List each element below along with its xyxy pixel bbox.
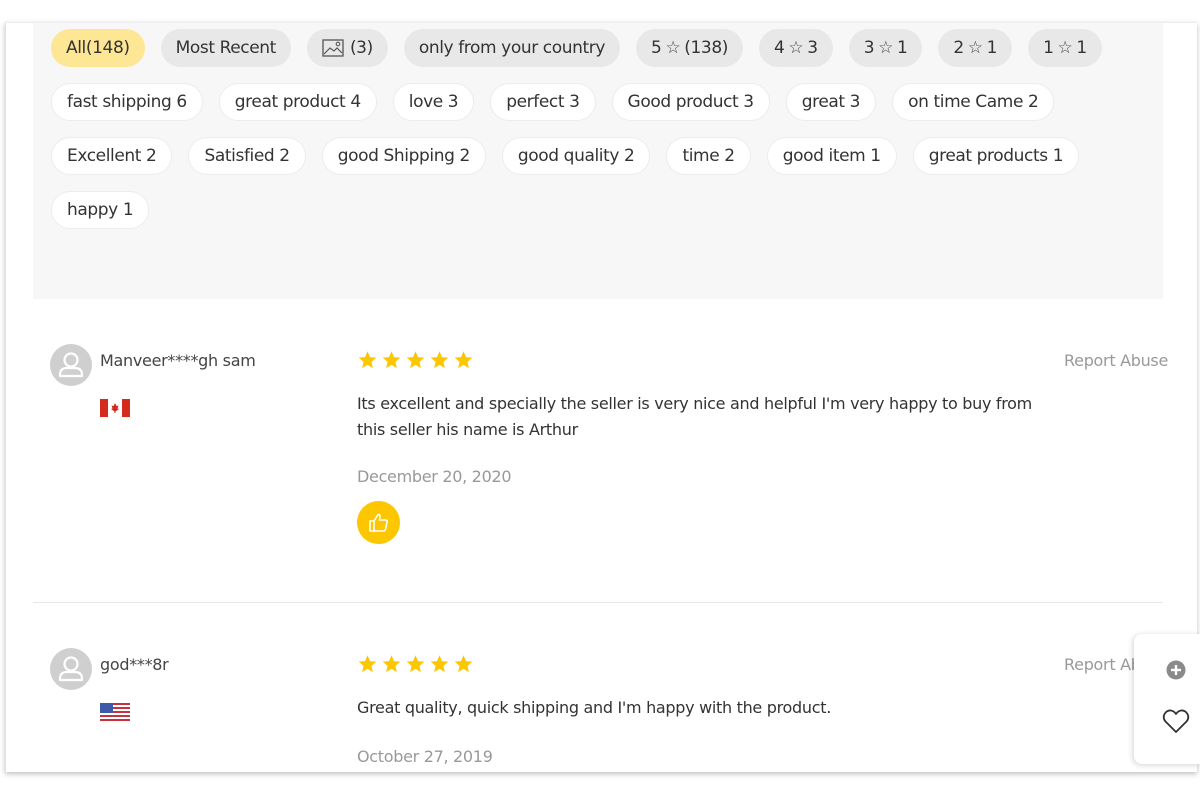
- tag-label: great products 1: [928, 146, 1064, 166]
- star-outline-icon: ☆: [665, 38, 681, 58]
- star-count: (138): [684, 38, 728, 58]
- filter-most-recent-chip[interactable]: Most Recent: [160, 29, 291, 67]
- star-count: 3: [807, 38, 818, 58]
- avatar: [50, 648, 92, 690]
- keyword-tag-row: fast shipping 6 great product 4 love 3 p…: [51, 83, 1163, 245]
- filter-all-label: All(148): [66, 38, 130, 58]
- star-level: 1: [1043, 38, 1054, 58]
- tag-chip[interactable]: time 2: [666, 137, 751, 175]
- rating-stars: [357, 654, 474, 674]
- star-level: 2: [953, 38, 964, 58]
- filter-2-star-chip[interactable]: 2 ☆ 1: [938, 29, 1013, 67]
- plus-circle-icon[interactable]: [1166, 660, 1186, 680]
- star-filled-icon: [358, 351, 377, 369]
- thumbs-up-icon: [368, 513, 388, 532]
- star-filled-icon: [454, 351, 473, 369]
- tag-chip[interactable]: perfect 3: [490, 83, 596, 121]
- review-date: October 27, 2019: [357, 747, 493, 766]
- tag-label: good quality 2: [517, 146, 635, 166]
- review-date: December 20, 2020: [357, 467, 512, 486]
- usa-flag-icon: [100, 703, 130, 721]
- star-filled-icon: [358, 655, 377, 673]
- tag-label: happy 1: [67, 200, 134, 220]
- tag-chip[interactable]: Excellent 2: [51, 137, 173, 175]
- filter-4-star-chip[interactable]: 4 ☆ 3: [759, 29, 833, 67]
- tag-label: good item 1: [782, 146, 881, 166]
- heart-icon[interactable]: [1162, 708, 1190, 734]
- tag-label: love 3: [408, 92, 459, 112]
- tag-label: Satisfied 2: [204, 146, 290, 166]
- tag-chip[interactable]: fast shipping 6: [51, 83, 203, 121]
- tag-label: great 3: [801, 92, 861, 112]
- tag-label: on time Came 2: [908, 92, 1039, 112]
- user-icon: [58, 352, 84, 378]
- filter-most-recent-label: Most Recent: [175, 38, 277, 58]
- filter-your-country-label: only from your country: [418, 38, 606, 58]
- star-filled-icon: [406, 655, 425, 673]
- tag-chip[interactable]: great product 4: [218, 83, 377, 121]
- review-divider: [33, 602, 1163, 603]
- canada-flag-icon: [100, 399, 130, 417]
- user-icon: [58, 656, 84, 682]
- star-filled-icon: [430, 351, 449, 369]
- star-level: 4: [774, 38, 785, 58]
- reviewer-name: Manveer****gh sam: [100, 351, 256, 370]
- star-outline-icon: ☆: [967, 38, 983, 58]
- tag-chip[interactable]: Satisfied 2: [188, 137, 306, 175]
- star-level: 5: [651, 38, 662, 58]
- tag-chip[interactable]: great products 1: [912, 137, 1080, 175]
- star-level: 3: [863, 38, 875, 58]
- review-text: Great quality, quick shipping and I'm ha…: [357, 698, 831, 717]
- reviews-frame: All(148) Most Recent (3) only from your …: [5, 22, 1197, 772]
- report-abuse-link[interactable]: Report Abuse: [1064, 351, 1168, 370]
- tag-chip[interactable]: great 3: [785, 83, 877, 121]
- tag-label: perfect 3: [506, 92, 580, 112]
- sort-chip-row: All(148) Most Recent (3) only from your …: [51, 29, 1163, 83]
- floating-action-panel: [1134, 634, 1200, 764]
- tag-label: time 2: [682, 146, 735, 166]
- tag-chip[interactable]: Good product 3: [611, 83, 770, 121]
- star-count: 1: [896, 38, 908, 58]
- filter-1-star-chip[interactable]: 1 ☆ 1: [1028, 29, 1102, 67]
- filter-your-country-chip[interactable]: only from your country: [403, 29, 621, 67]
- filter-with-photos-chip[interactable]: (3): [306, 29, 388, 67]
- tag-chip[interactable]: happy 1: [51, 191, 150, 229]
- star-outline-icon: ☆: [1057, 38, 1073, 58]
- star-filled-icon: [382, 655, 401, 673]
- rating-stars: [357, 350, 474, 370]
- tag-label: good Shipping 2: [337, 146, 471, 166]
- image-icon: [322, 39, 344, 57]
- star-outline-icon: ☆: [788, 38, 804, 58]
- star-outline-icon: ☆: [878, 38, 893, 58]
- review-text: Its excellent and specially the seller i…: [357, 394, 1032, 439]
- filter-5-star-chip[interactable]: 5 ☆ (138): [636, 29, 743, 67]
- tag-label: Good product 3: [627, 92, 755, 112]
- tag-chip[interactable]: good quality 2: [501, 137, 651, 175]
- avatar: [50, 344, 92, 386]
- tag-chip[interactable]: good item 1: [766, 137, 897, 175]
- tag-chip[interactable]: good Shipping 2: [321, 137, 486, 175]
- tag-label: fast shipping 6: [67, 92, 187, 112]
- star-count: 1: [986, 38, 998, 58]
- star-filled-icon: [406, 351, 425, 369]
- reviewer-name: god***8r: [100, 655, 169, 674]
- tag-label: great product 4: [234, 92, 361, 112]
- star-filled-icon: [430, 655, 449, 673]
- star-count: 1: [1076, 38, 1087, 58]
- review-filter-panel: All(148) Most Recent (3) only from your …: [33, 23, 1163, 299]
- helpful-like-button[interactable]: [357, 501, 400, 544]
- star-filled-icon: [454, 655, 473, 673]
- tag-chip[interactable]: love 3: [392, 83, 475, 121]
- tag-label: Excellent 2: [67, 146, 157, 166]
- filter-with-photos-label: (3): [349, 38, 373, 58]
- filter-all-chip[interactable]: All(148): [51, 29, 145, 67]
- filter-3-star-chip[interactable]: 3 ☆ 1: [848, 29, 923, 67]
- star-filled-icon: [382, 351, 401, 369]
- tag-chip[interactable]: on time Came 2: [892, 83, 1055, 121]
